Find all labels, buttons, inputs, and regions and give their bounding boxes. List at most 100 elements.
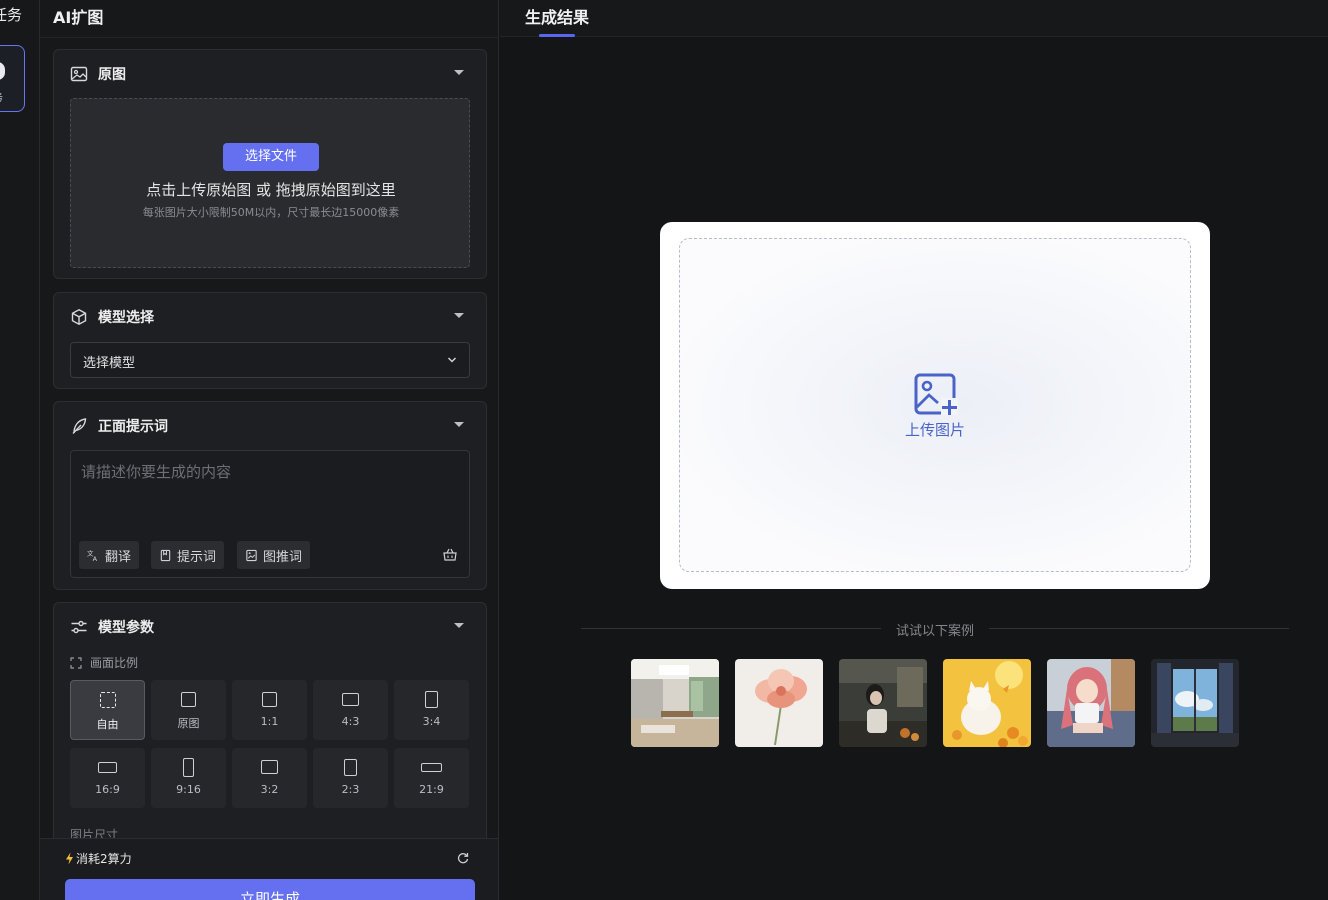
prompt-library-label: 提示词: [177, 549, 217, 565]
upload-label: 上传图片: [904, 421, 965, 439]
tall-ratio-icon: [183, 758, 194, 777]
prompt-placeholder: 请描述你要生成的内容: [81, 463, 232, 481]
landscape-ratio-icon: [261, 760, 278, 774]
ratio-option-4-3[interactable]: 4:3: [313, 680, 388, 740]
portrait-ratio-icon: [344, 759, 357, 776]
aspect-ratio-text: 画面比例: [90, 656, 139, 670]
example-thumb-girl-kitchen[interactable]: [839, 659, 927, 747]
result-tabbar: 生成结果: [500, 0, 1328, 37]
translate-label: 翻译: [105, 549, 132, 565]
ratio-label: 9:16: [176, 783, 201, 796]
svg-text:A: A: [93, 555, 98, 562]
model-dropdown[interactable]: 选择模型: [70, 342, 470, 378]
sliders-icon: [71, 620, 87, 634]
example-thumb-kitchen[interactable]: [631, 659, 719, 747]
size-limit-note: 每张图片大小限制50M以内，尺寸最长边15000像素: [142, 206, 400, 219]
header-divider: [40, 37, 498, 38]
free-ratio-icon: [100, 692, 116, 708]
original-image-title: 原图: [98, 67, 126, 83]
ratio-option-1-1[interactable]: 1:1: [232, 680, 307, 740]
clear-basket-icon[interactable]: [443, 548, 457, 561]
page-title: AI扩图: [53, 8, 104, 27]
ratio-option-21-9[interactable]: 21:9: [394, 748, 469, 808]
ratio-option-9-16[interactable]: 9:16: [151, 748, 226, 808]
choose-file-button[interactable]: 选择文件: [223, 143, 319, 171]
book-icon: [160, 549, 171, 561]
tab-result[interactable]: 生成结果: [525, 4, 589, 28]
original-ratio-icon: [181, 692, 196, 707]
example-thumb-anime-girl[interactable]: [1047, 659, 1135, 747]
ratio-label: 2:3: [341, 783, 360, 796]
example-thumb-flower[interactable]: [735, 659, 823, 747]
upload-card[interactable]: 上传图片: [660, 222, 1210, 589]
example-thumb-window-view[interactable]: [1151, 659, 1239, 747]
cube-icon: [71, 309, 87, 325]
ratio-label: 3:4: [422, 715, 441, 728]
ratio-label: 4:3: [341, 715, 360, 728]
settings-panel: AI扩图 原图 选择文件 点击上传原始图 或 拖拽原始图到这里 每张图片大小限制…: [40, 0, 499, 900]
landscape-ratio-icon: [342, 693, 359, 706]
collapse-caret-icon[interactable]: [454, 422, 464, 427]
example-image: [631, 659, 719, 747]
ratio-label: 16:9: [95, 783, 120, 796]
image-icon: [70, 66, 88, 82]
portrait-ratio-icon: [425, 691, 438, 708]
example-image: [943, 659, 1031, 747]
prompt-library-button[interactable]: 提示词: [151, 541, 225, 569]
prompt-textarea[interactable]: 请描述你要生成的内容 文A 翻译 提示词 图推词: [70, 450, 470, 578]
ratio-label: 21:9: [419, 783, 444, 796]
ratio-option-3-4[interactable]: 3:4: [394, 680, 469, 740]
result-area: 生成结果 上传图片 试试以下案例: [500, 0, 1328, 900]
collapse-caret-icon[interactable]: [454, 70, 464, 75]
prompt-card: 正面提示词 请描述你要生成的内容 文A 翻译 提示词 图推词: [53, 401, 487, 590]
ratio-option-original[interactable]: 原图: [151, 680, 226, 740]
add-image-icon: [914, 373, 958, 415]
image-to-prompt-button[interactable]: 图推词: [237, 541, 311, 569]
ratio-option-16-9[interactable]: 16:9: [70, 748, 145, 808]
active-tab-indicator: [539, 34, 575, 37]
upload-drop-zone[interactable]: 上传图片: [679, 238, 1191, 572]
example-thumb-cat-flowers[interactable]: [943, 659, 1031, 747]
model-params-title: 模型参数: [98, 620, 154, 636]
aspect-ratio-label: 画面比例: [70, 654, 138, 671]
model-select-card: 模型选择 选择模型: [53, 292, 487, 389]
translate-icon: 文A: [87, 549, 98, 562]
ratio-option-free[interactable]: 自由: [70, 680, 145, 740]
prompt-title: 正面提示词: [98, 419, 168, 435]
model-params-header[interactable]: 模型参数: [70, 617, 154, 637]
model-select-title: 模型选择: [98, 310, 154, 326]
generate-button[interactable]: 立即生成: [65, 879, 475, 900]
drop-instruction: 点击上传原始图 或 拖拽原始图到这里: [146, 181, 396, 199]
original-image-header[interactable]: 原图: [70, 64, 126, 84]
prompt-header[interactable]: 正面提示词: [70, 416, 168, 436]
image-drop-zone[interactable]: 选择文件 点击上传原始图 或 拖拽原始图到这里 每张图片大小限制50M以内，尺寸…: [70, 98, 470, 268]
feather-pen-icon: [72, 418, 87, 434]
example-image: [839, 659, 927, 747]
lightning-icon: [66, 852, 73, 865]
ratio-option-2-3[interactable]: 2:3: [313, 748, 388, 808]
example-image: [1151, 659, 1239, 747]
rail-task-label: 务: [0, 89, 3, 104]
model-select-header[interactable]: 模型选择: [70, 307, 154, 327]
rail-title: 任务: [0, 6, 23, 24]
wide-ratio-icon: [98, 762, 117, 773]
chevron-down-icon: [447, 357, 457, 363]
examples-title: 试试以下案例: [581, 620, 1289, 639]
example-image: [1047, 659, 1135, 747]
image-doc-icon: [246, 549, 257, 561]
collapse-caret-icon[interactable]: [454, 313, 464, 318]
ratio-option-3-2[interactable]: 3:2: [232, 748, 307, 808]
model-dropdown-value: 选择模型: [83, 356, 136, 371]
frame-corners-icon: [70, 656, 82, 669]
rail-task-item[interactable]: [0, 45, 25, 112]
ratio-label: 3:2: [260, 783, 279, 796]
ratio-label: 原图: [177, 717, 200, 730]
ratio-label: 自由: [96, 718, 119, 731]
refresh-icon[interactable]: [457, 852, 469, 864]
image-to-prompt-label: 图推词: [263, 549, 303, 565]
examples-divider: 试试以下案例: [581, 620, 1289, 639]
generate-footer: 消耗2算力 立即生成: [40, 838, 498, 900]
translate-button[interactable]: 文A 翻译: [79, 541, 140, 569]
collapse-caret-icon[interactable]: [454, 623, 464, 628]
example-image: [735, 659, 823, 747]
